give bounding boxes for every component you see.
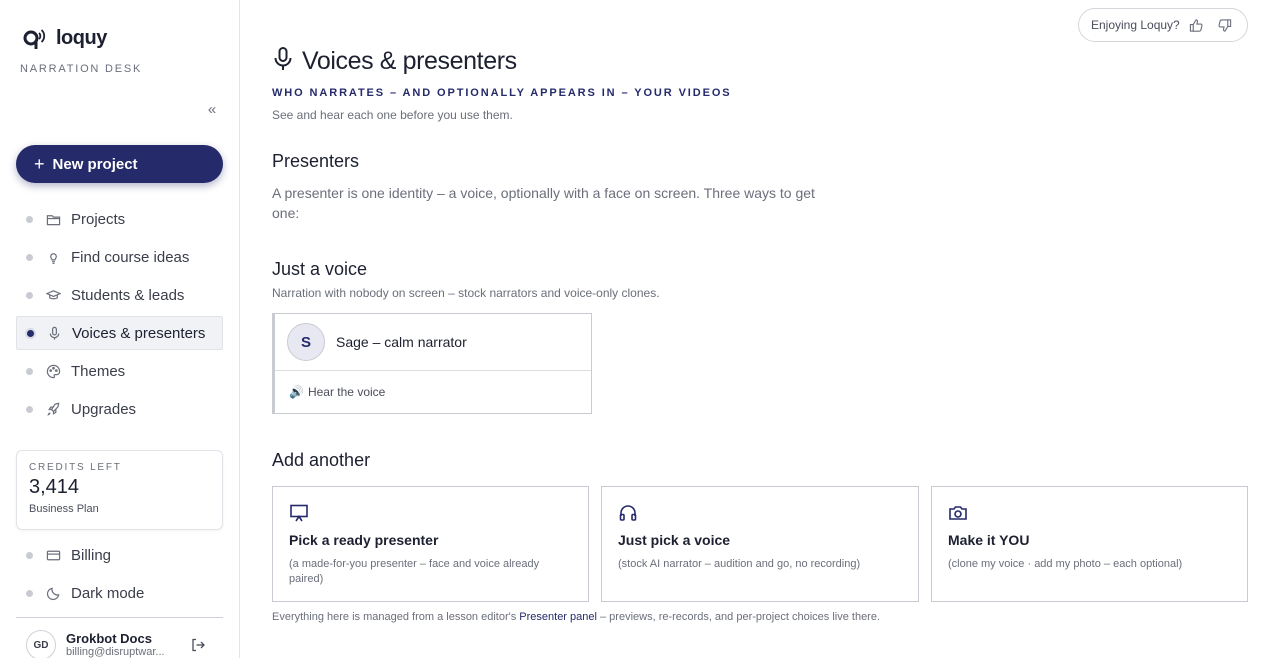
new-project-button[interactable]: + New project	[16, 145, 223, 183]
presenters-heading: Presenters	[272, 151, 360, 171]
sidebar-item-label: Projects	[71, 210, 126, 228]
avatar: GD	[26, 630, 56, 658]
microphone-icon	[272, 46, 294, 77]
add-another-heading: Add another	[272, 450, 371, 470]
sidebar: loquy NARRATION DESK « + New project Pro…	[0, 0, 240, 658]
make-it-you-card[interactable]: Make it YOU (clone my voice · add my pho…	[931, 486, 1248, 602]
sidebar-item-label: Voices & presenters	[72, 324, 206, 342]
brand-name: loquy	[56, 26, 107, 49]
voice-card[interactable]: S Sage – calm narrator 🔊 Hear the voice	[272, 313, 592, 414]
thumbs-down-icon[interactable]	[1214, 14, 1236, 36]
option-title: Make it YOU	[948, 532, 1030, 548]
moon-icon	[45, 585, 61, 601]
sidebar-divider	[16, 617, 223, 618]
sidebar-item-label: Find course ideas	[71, 248, 190, 266]
hear-voice-label: Hear the voice	[307, 385, 386, 399]
user-email: billing@disruptwar...	[66, 646, 165, 658]
plan-name: Business Plan	[29, 503, 99, 515]
option-description: (a made-for-you presenter – face and voi…	[289, 558, 540, 585]
option-description: (stock AI narrator – audition and go, no…	[618, 558, 861, 570]
camera-icon	[948, 503, 970, 525]
folder-icon	[45, 211, 61, 227]
option-title: Just pick a voice	[618, 532, 731, 548]
microphone-icon	[46, 325, 62, 341]
nav-dot	[26, 405, 33, 413]
nav-dot	[26, 291, 33, 299]
nav-dot-active	[27, 329, 34, 337]
footer-text-before: Everything here is managed from a lesson…	[272, 611, 520, 623]
sidebar-item-label: Dark mode	[71, 584, 145, 602]
sidebar-item-students-leads[interactable]: Students & leads	[16, 278, 223, 312]
presenter-panel-link[interactable]: Presenter panel	[519, 611, 597, 623]
feedback-widget: Enjoying Loquy?	[1078, 8, 1248, 42]
sidebar-item-label: Themes	[71, 362, 126, 380]
sidebar-bottom-nav: Billing Dark mode	[16, 538, 223, 614]
nav-dot	[26, 253, 33, 261]
sidebar-item-label: Students & leads	[71, 286, 185, 304]
sidebar-item-find-course-ideas[interactable]: Find course ideas	[16, 240, 223, 274]
sidebar-item-projects[interactable]: Projects	[16, 202, 223, 236]
page-lede: See and hear each one before you use the…	[272, 108, 513, 122]
speaker-icon: 🔊	[289, 385, 304, 399]
page-title: Voices & presenters	[272, 46, 517, 77]
sidebar-item-themes[interactable]: Themes	[16, 354, 223, 388]
feedback-label: Enjoying Loquy?	[1091, 18, 1180, 32]
credits-value: 3,414	[29, 476, 80, 498]
footer-note: Everything here is managed from a lesson…	[272, 611, 880, 623]
nav-dot	[26, 589, 33, 597]
credits-card: CREDITS LEFT 3,414 Business Plan	[16, 450, 223, 530]
nav-dot	[26, 215, 33, 223]
lightbulb-icon	[45, 249, 61, 265]
option-title: Pick a ready presenter	[289, 532, 439, 548]
user-profile[interactable]: GD Grokbot Docs billing@disruptwar...	[26, 628, 216, 658]
avatar: S	[287, 323, 325, 361]
presentation-icon	[289, 503, 311, 525]
graduation-cap-icon	[45, 287, 61, 303]
just-a-voice-heading: Just a voice	[272, 259, 368, 279]
footer-text-after: – previews, re-records, and per-project …	[596, 611, 881, 623]
just-a-voice-description: Narration with nobody on screen – stock …	[272, 286, 660, 300]
pick-ready-presenter-card[interactable]: Pick a ready presenter (a made-for-you p…	[272, 486, 589, 602]
nav-dot	[26, 367, 33, 375]
option-description: (clone my voice · add my photo – each op…	[948, 558, 1183, 570]
sidebar-item-label: Billing	[71, 546, 112, 564]
palette-icon	[45, 363, 61, 379]
plus-icon: +	[34, 154, 45, 174]
rocket-icon	[45, 401, 61, 417]
loquy-logo-icon	[23, 29, 46, 49]
brand-subtitle: NARRATION DESK	[20, 63, 143, 75]
sidebar-item-voices-presenters[interactable]: Voices & presenters	[16, 316, 223, 350]
presenters-description: A presenter is one identity – a voice, o…	[272, 185, 815, 221]
voice-name: Sage – calm narrator	[336, 334, 467, 350]
brand-logo[interactable]: loquy	[22, 26, 107, 50]
user-name: Grokbot Docs	[66, 631, 152, 646]
new-project-label: New project	[52, 155, 138, 173]
credits-label: CREDITS LEFT	[29, 462, 122, 473]
collapse-sidebar-button[interactable]: «	[203, 101, 221, 119]
nav-dot	[26, 551, 33, 559]
pick-a-voice-card[interactable]: Just pick a voice (stock AI narrator – a…	[601, 486, 919, 602]
sidebar-item-billing[interactable]: Billing	[16, 538, 223, 572]
credit-card-icon	[45, 547, 61, 563]
hear-voice-button[interactable]: 🔊 Hear the voice	[275, 371, 591, 413]
sidebar-nav: Projects Find course ideas Students & le…	[16, 202, 223, 430]
logout-icon[interactable]	[190, 637, 206, 653]
page-title-text: Voices & presenters	[302, 47, 517, 75]
sidebar-item-label: Upgrades	[71, 400, 137, 418]
page-eyebrow: WHO NARRATES – AND OPTIONALLY APPEARS IN…	[272, 87, 732, 99]
dark-mode-toggle[interactable]: Dark mode	[16, 576, 223, 610]
voice-card-header: S Sage – calm narrator	[275, 314, 591, 371]
headphones-icon	[618, 503, 640, 525]
thumbs-up-icon[interactable]	[1186, 14, 1208, 36]
sidebar-item-upgrades[interactable]: Upgrades	[16, 392, 223, 426]
